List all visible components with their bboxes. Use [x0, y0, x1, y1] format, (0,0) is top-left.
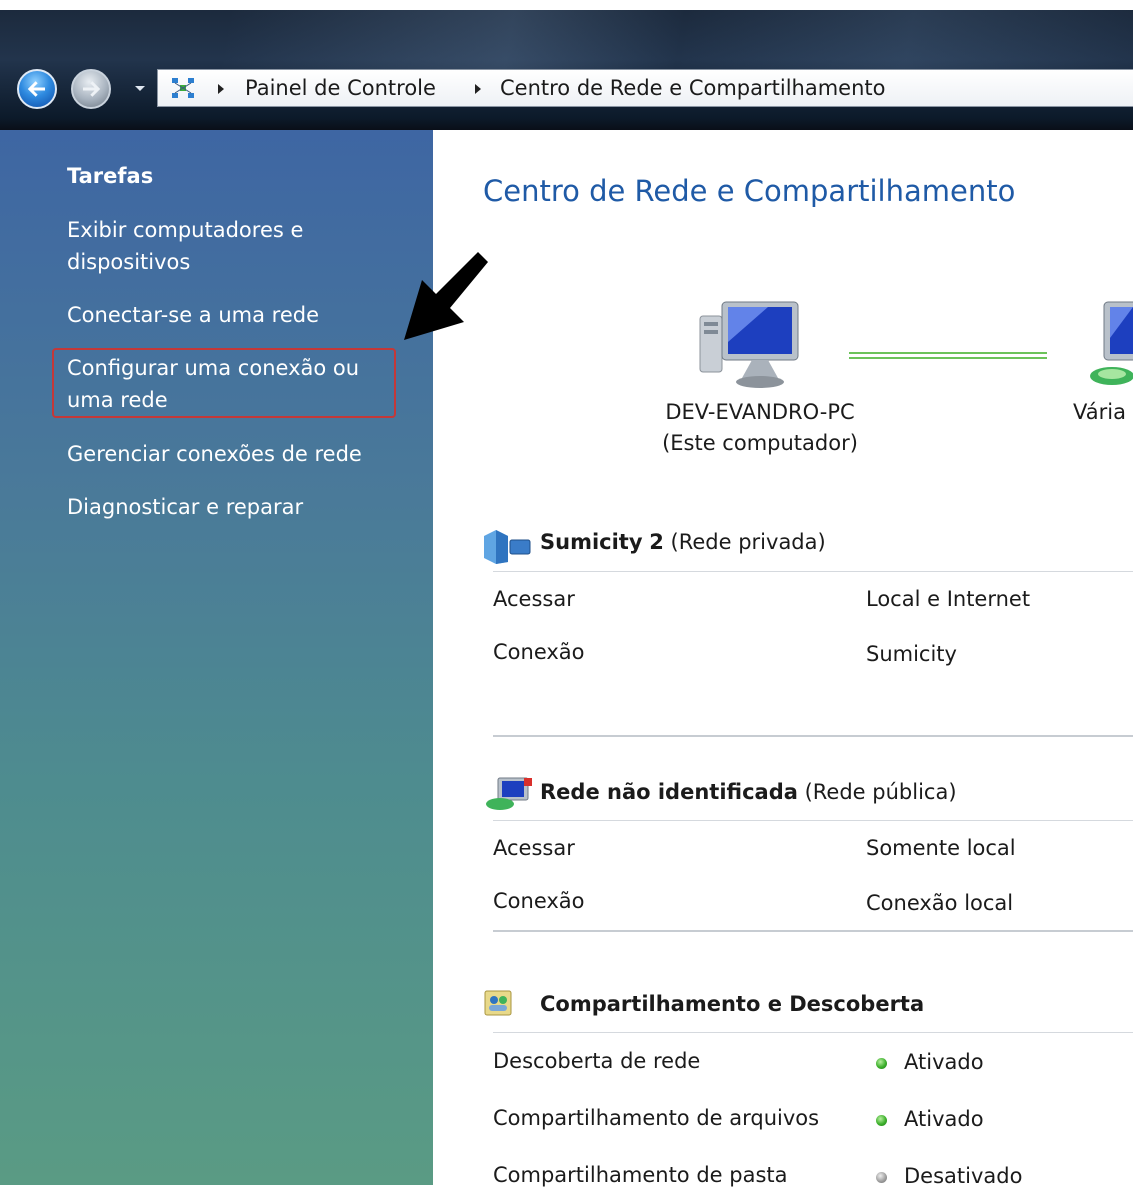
task-view-computers[interactable]: Exibir computadores e dispositivos	[67, 214, 397, 278]
page-title: Centro de Rede e Compartilhamento	[483, 174, 1016, 208]
breadcrumb-network-center[interactable]: Centro de Rede e Compartilhamento	[500, 75, 886, 101]
next-node-label: Vária	[1073, 400, 1126, 424]
status-off-icon	[876, 1172, 887, 1183]
network-1-connection-value[interactable]: Sumicity	[866, 642, 957, 666]
computer-label: DEV-EVANDRO-PC (Este computador)	[655, 397, 865, 459]
divider	[493, 571, 1133, 572]
network-2-name: Rede não identificada	[540, 780, 798, 804]
public-network-icon	[486, 777, 532, 810]
breadcrumb-arrow-icon[interactable]	[216, 83, 226, 95]
breadcrumb-arrow-icon[interactable]	[473, 83, 483, 95]
chevron-down-icon[interactable]	[132, 80, 148, 96]
computer-icon[interactable]	[698, 298, 802, 390]
network-2-access-value: Somente local	[866, 836, 1016, 860]
network-1-header: Sumicity 2 (Rede privada)	[540, 530, 826, 554]
forward-button[interactable]	[71, 69, 111, 109]
address-bar[interactable]: Painel de Controle Centro de Rede e Comp…	[157, 69, 1133, 107]
sharing-row-value: Ativado	[904, 1050, 984, 1074]
divider	[493, 820, 1133, 821]
network-1-access-value: Local e Internet	[866, 587, 1031, 611]
task-connect-network[interactable]: Conectar-se a uma rede	[67, 299, 397, 331]
sharing-row-label: Compartilhamento de arquivos	[493, 1106, 820, 1130]
highlight-box	[52, 348, 396, 418]
header-glass	[0, 10, 1133, 70]
network-1-name: Sumicity	[540, 530, 643, 554]
sharing-row-label: Compartilhamento de pasta	[493, 1163, 788, 1187]
network-2-connection-value[interactable]: Conexão local	[866, 891, 1013, 915]
network-icon[interactable]	[1088, 298, 1133, 390]
task-manage-connections[interactable]: Gerenciar conexões de rede	[67, 438, 397, 470]
status-on-icon	[876, 1058, 887, 1069]
tasks-heading: Tarefas	[67, 164, 154, 188]
breadcrumb-control-panel[interactable]: Painel de Controle	[245, 75, 436, 101]
divider	[493, 735, 1133, 737]
divider	[493, 1032, 1133, 1033]
network-1-type: (Rede privada)	[670, 530, 826, 554]
explorer-header: Painel de Controle Centro de Rede e Comp…	[0, 0, 1133, 130]
sharing-row-value: Ativado	[904, 1107, 984, 1131]
back-arrow-icon	[27, 81, 45, 97]
network-1-access-label: Acessar	[493, 587, 575, 611]
network-2-type: (Rede pública)	[804, 780, 957, 804]
sharing-row-label: Descoberta de rede	[493, 1049, 701, 1073]
network-folder-icon	[172, 78, 194, 98]
annotation-arrow	[404, 252, 488, 340]
network-2-header: Rede não identificada (Rede pública)	[540, 780, 957, 804]
sharing-title: Compartilhamento e Descoberta	[540, 992, 925, 1016]
network-1-number: 2	[649, 530, 664, 554]
task-diagnose-repair[interactable]: Diagnosticar e reparar	[67, 491, 397, 523]
sharing-header: Compartilhamento e Descoberta	[540, 992, 924, 1016]
task-pane: Tarefas Exibir computadores e dispositiv…	[0, 130, 433, 1185]
status-on-icon	[876, 1115, 887, 1126]
sharing-row-value: Desativado	[904, 1164, 1023, 1188]
divider	[493, 930, 1133, 932]
private-network-icon	[484, 530, 531, 564]
network-2-connection-label: Conexão	[493, 889, 585, 913]
sharing-icon	[484, 990, 512, 1016]
back-button[interactable]	[17, 69, 57, 109]
network-link-line	[849, 352, 1047, 360]
computer-note: (Este computador)	[662, 431, 858, 455]
computer-name: DEV-EVANDRO-PC	[665, 400, 855, 424]
forward-arrow-icon	[83, 81, 101, 97]
network-2-access-label: Acessar	[493, 836, 575, 860]
network-1-connection-label: Conexão	[493, 640, 585, 664]
